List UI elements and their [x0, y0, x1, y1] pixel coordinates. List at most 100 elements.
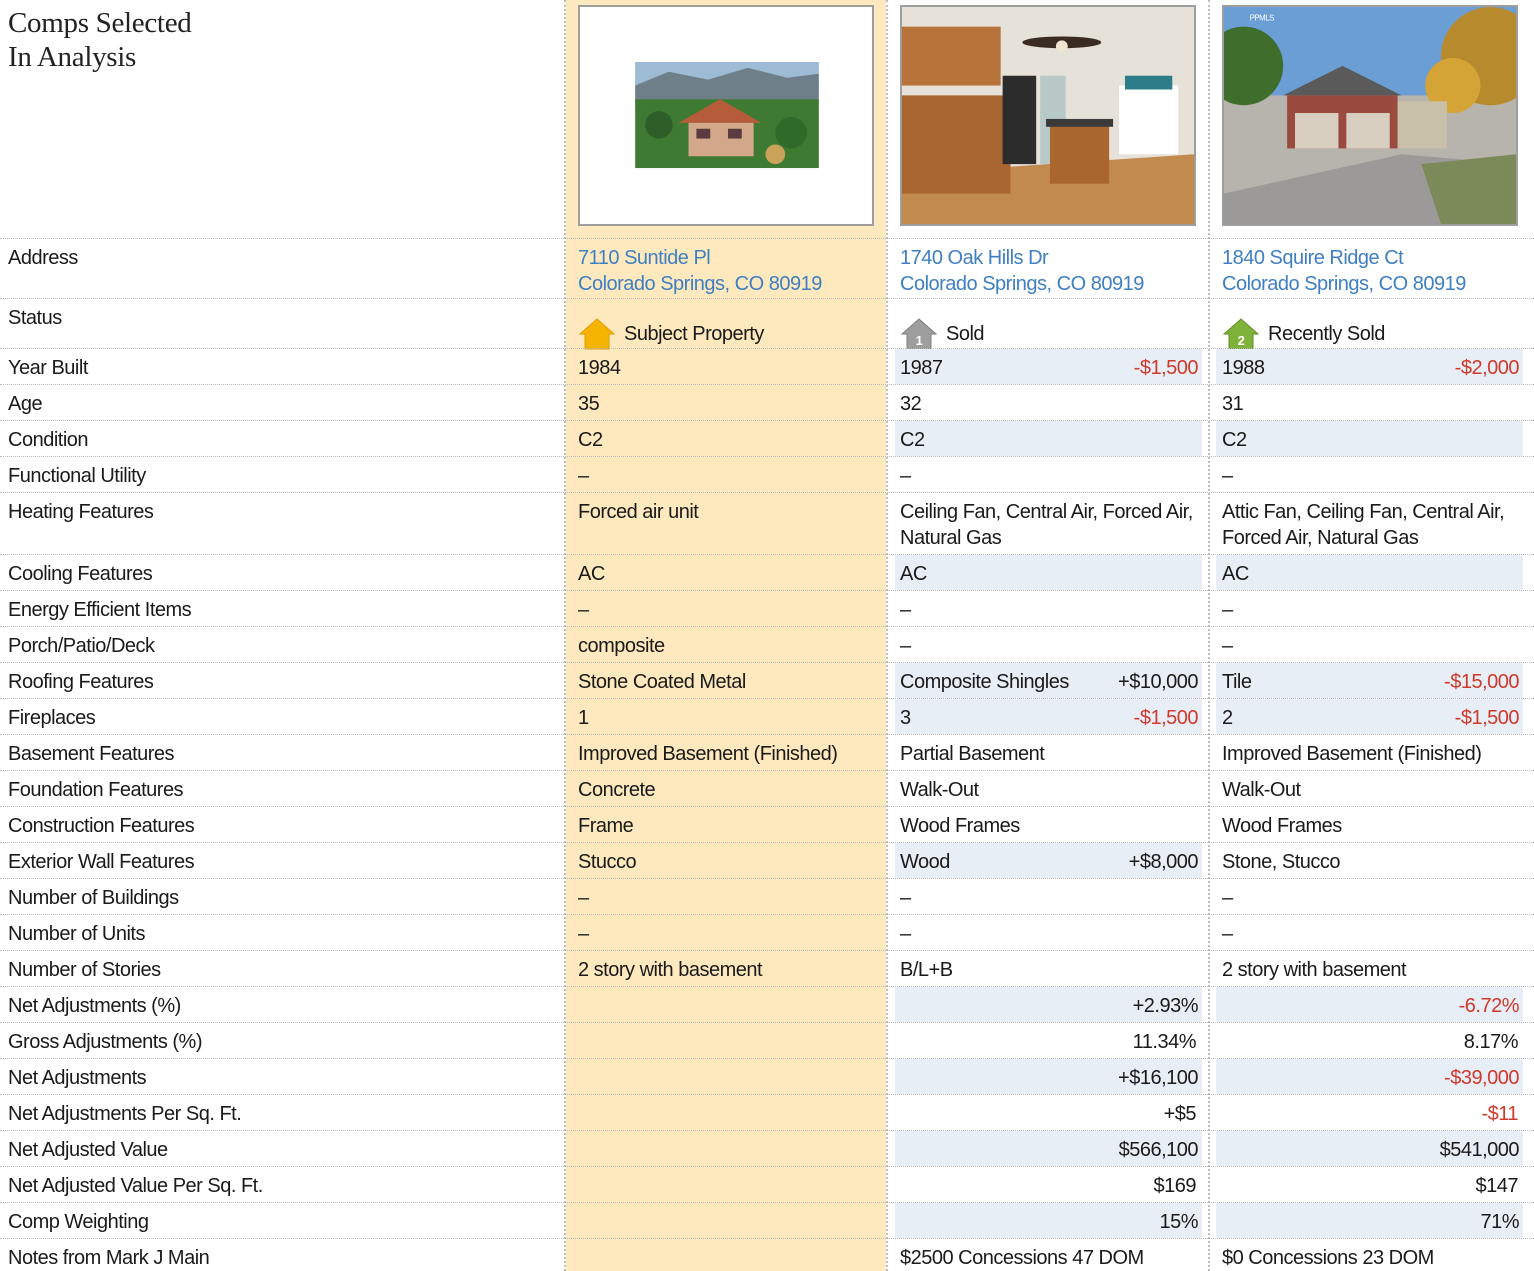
comp-1-value: 11.34%: [1132, 1031, 1197, 1053]
subject-value: Forced air unit: [578, 501, 699, 523]
subject-value: 1: [578, 707, 589, 729]
comp-1-value: Wood: [900, 851, 950, 873]
house-icon: 1: [900, 318, 938, 350]
row-notes: Notes from Mark J Main $2500 Concessions…: [0, 1238, 1534, 1271]
row-label: Fireplaces: [8, 707, 96, 729]
row-buildings: Number of Buildings – – –: [0, 878, 1534, 914]
row-net-adj-pct: Net Adjustments (%) +2.93% -6.72%: [0, 986, 1534, 1022]
comp-2-adjustment: -$15,000: [1444, 671, 1519, 693]
comp-1-cell: Wood +$8,000: [895, 843, 1202, 878]
house-icon: [578, 318, 616, 350]
comp-2-address-link[interactable]: 1840 Squire Ridge Ct Colorado Springs, C…: [1222, 239, 1522, 298]
comp-2-value: –: [1222, 887, 1233, 909]
photo-watermark-text: PPMLS: [1250, 14, 1274, 23]
subject-value: Improved Basement (Finished): [578, 743, 838, 765]
comp-1-value: Composite Shingles: [900, 671, 1069, 693]
comp-2-value: Stone, Stucco: [1222, 851, 1341, 873]
row-label: Construction Features: [8, 815, 195, 837]
subject-value: 35: [578, 393, 600, 415]
subject-value: composite: [578, 635, 665, 657]
kitchen-photo-image: [902, 7, 1194, 224]
comp-1-cell: 3 -$1,500: [895, 699, 1202, 734]
row-label: Basement Features: [8, 743, 175, 765]
row-label: Porch/Patio/Deck: [8, 635, 155, 657]
comp-1-value: AC: [895, 555, 1202, 590]
comp-1-value: 3: [900, 707, 911, 729]
comp-2-value: –: [1222, 465, 1233, 487]
comp-1-value: 1987: [900, 357, 943, 379]
comp-2-value: –: [1222, 635, 1233, 657]
comp-1-value: $2500 Concessions 47 DOM: [900, 1247, 1144, 1269]
comp-1-address-link[interactable]: 1740 Oak Hills Dr Colorado Springs, CO 8…: [900, 239, 1200, 298]
comp-2-value: -$11: [1481, 1103, 1518, 1125]
row-label: Notes from Mark J Main: [8, 1247, 210, 1269]
row-construction: Construction Features Frame Wood Frames …: [0, 806, 1534, 842]
row-label: Foundation Features: [8, 779, 184, 801]
comp-2-status: 2 Recently Sold: [1222, 299, 1522, 350]
comp-1-value: +2.93%: [895, 987, 1202, 1022]
comp-1-cell: Composite Shingles +$10,000: [895, 663, 1202, 698]
subject-value: –: [578, 465, 589, 487]
row-net-value-sqft: Net Adjusted Value Per Sq. Ft. $169 $147: [0, 1166, 1534, 1202]
row-year-built: Year Built 1984 1987 -$1,500 1988 -$2,00…: [0, 348, 1534, 384]
comp-2-adjustment: -$2,000: [1454, 357, 1520, 379]
comp-2-adjustment: -$1,500: [1454, 707, 1520, 729]
comp-1-value: –: [900, 923, 911, 945]
comp-2-value: -$39,000: [1216, 1059, 1523, 1094]
comp-1-photo[interactable]: [900, 5, 1196, 226]
subject-property-photo[interactable]: [578, 5, 874, 226]
comp-2-value: 1988: [1222, 357, 1265, 379]
comp-2-cell: Tile -$15,000: [1216, 663, 1523, 698]
row-units: Number of Units – – –: [0, 914, 1534, 950]
comp-1-value: –: [900, 465, 911, 487]
comp-1-value: Wood Frames: [900, 815, 1020, 837]
subject-address-link[interactable]: 7110 Suntide Pl Colorado Springs, CO 809…: [578, 239, 878, 298]
comp-2-cell: 2 -$1,500: [1216, 699, 1523, 734]
comp-1-adjustment: +$8,000: [1128, 851, 1199, 873]
row-functional-utility: Functional Utility – – –: [0, 456, 1534, 492]
comp-2-value: Attic Fan, Ceiling Fan, Central Air, For…: [1222, 501, 1505, 549]
row-label: Gross Adjustments (%): [8, 1031, 203, 1053]
subject-status: Subject Property: [578, 299, 878, 350]
comp-1-adjustment: +$10,000: [1118, 671, 1198, 693]
subject-value: Stucco: [578, 851, 637, 873]
comp-2-value: Improved Basement (Finished): [1222, 743, 1482, 765]
row-net-adj-sqft: Net Adjustments Per Sq. Ft. +$5 -$11: [0, 1094, 1534, 1130]
row-roofing: Roofing Features Stone Coated Metal Comp…: [0, 662, 1534, 698]
comp-1-value: B/L+B: [900, 959, 953, 981]
comp-1-value: +$5: [1163, 1103, 1197, 1125]
house-icon: 2: [1222, 318, 1260, 350]
row-net-value: Net Adjusted Value $566,100 $541,000: [0, 1130, 1534, 1166]
row-condition: Condition C2 C2 C2: [0, 420, 1534, 456]
comp-2-value: Tile: [1222, 671, 1252, 693]
row-porch: Porch/Patio/Deck composite – –: [0, 626, 1534, 662]
row-label: Year Built: [8, 357, 88, 379]
comp-2-value: 31: [1222, 393, 1244, 415]
comp-2-cell: 1988 -$2,000: [1216, 349, 1523, 384]
comp-1-status: 1 Sold: [900, 299, 1200, 350]
svg-text:2: 2: [1238, 333, 1245, 348]
row-status: Status Subject Property 1 Sold 2 Recentl…: [0, 298, 1534, 350]
comp-1-value: 15%: [895, 1203, 1202, 1238]
row-heating: Heating Features Forced air unit Ceiling…: [0, 492, 1534, 554]
comp-2-value: AC: [1216, 555, 1523, 590]
row-exterior: Exterior Wall Features Stucco Wood +$8,0…: [0, 842, 1534, 878]
comp-1-value: C2: [895, 421, 1202, 456]
comp-2-value: 2: [1222, 707, 1233, 729]
row-label: Status: [8, 307, 62, 329]
comp-1-value: Walk-Out: [900, 779, 979, 801]
comp-1-value: $169: [1153, 1175, 1197, 1197]
row-label: Heating Features: [8, 501, 154, 523]
comp-2-photo[interactable]: PPMLS: [1222, 5, 1518, 226]
comp-2-value: –: [1222, 923, 1233, 945]
subject-value: 2 story with basement: [578, 959, 763, 981]
subject-value: –: [578, 923, 589, 945]
subject-value: C2: [578, 429, 603, 451]
comp-1-value: –: [900, 887, 911, 909]
row-basement: Basement Features Improved Basement (Fin…: [0, 734, 1534, 770]
comp-2-value: Wood Frames: [1222, 815, 1342, 837]
comp-1-cell: 1987 -$1,500: [895, 349, 1202, 384]
row-label: Cooling Features: [8, 563, 153, 585]
row-label: Net Adjustments: [8, 1067, 147, 1089]
exterior-photo-image: PPMLS: [1224, 7, 1516, 224]
